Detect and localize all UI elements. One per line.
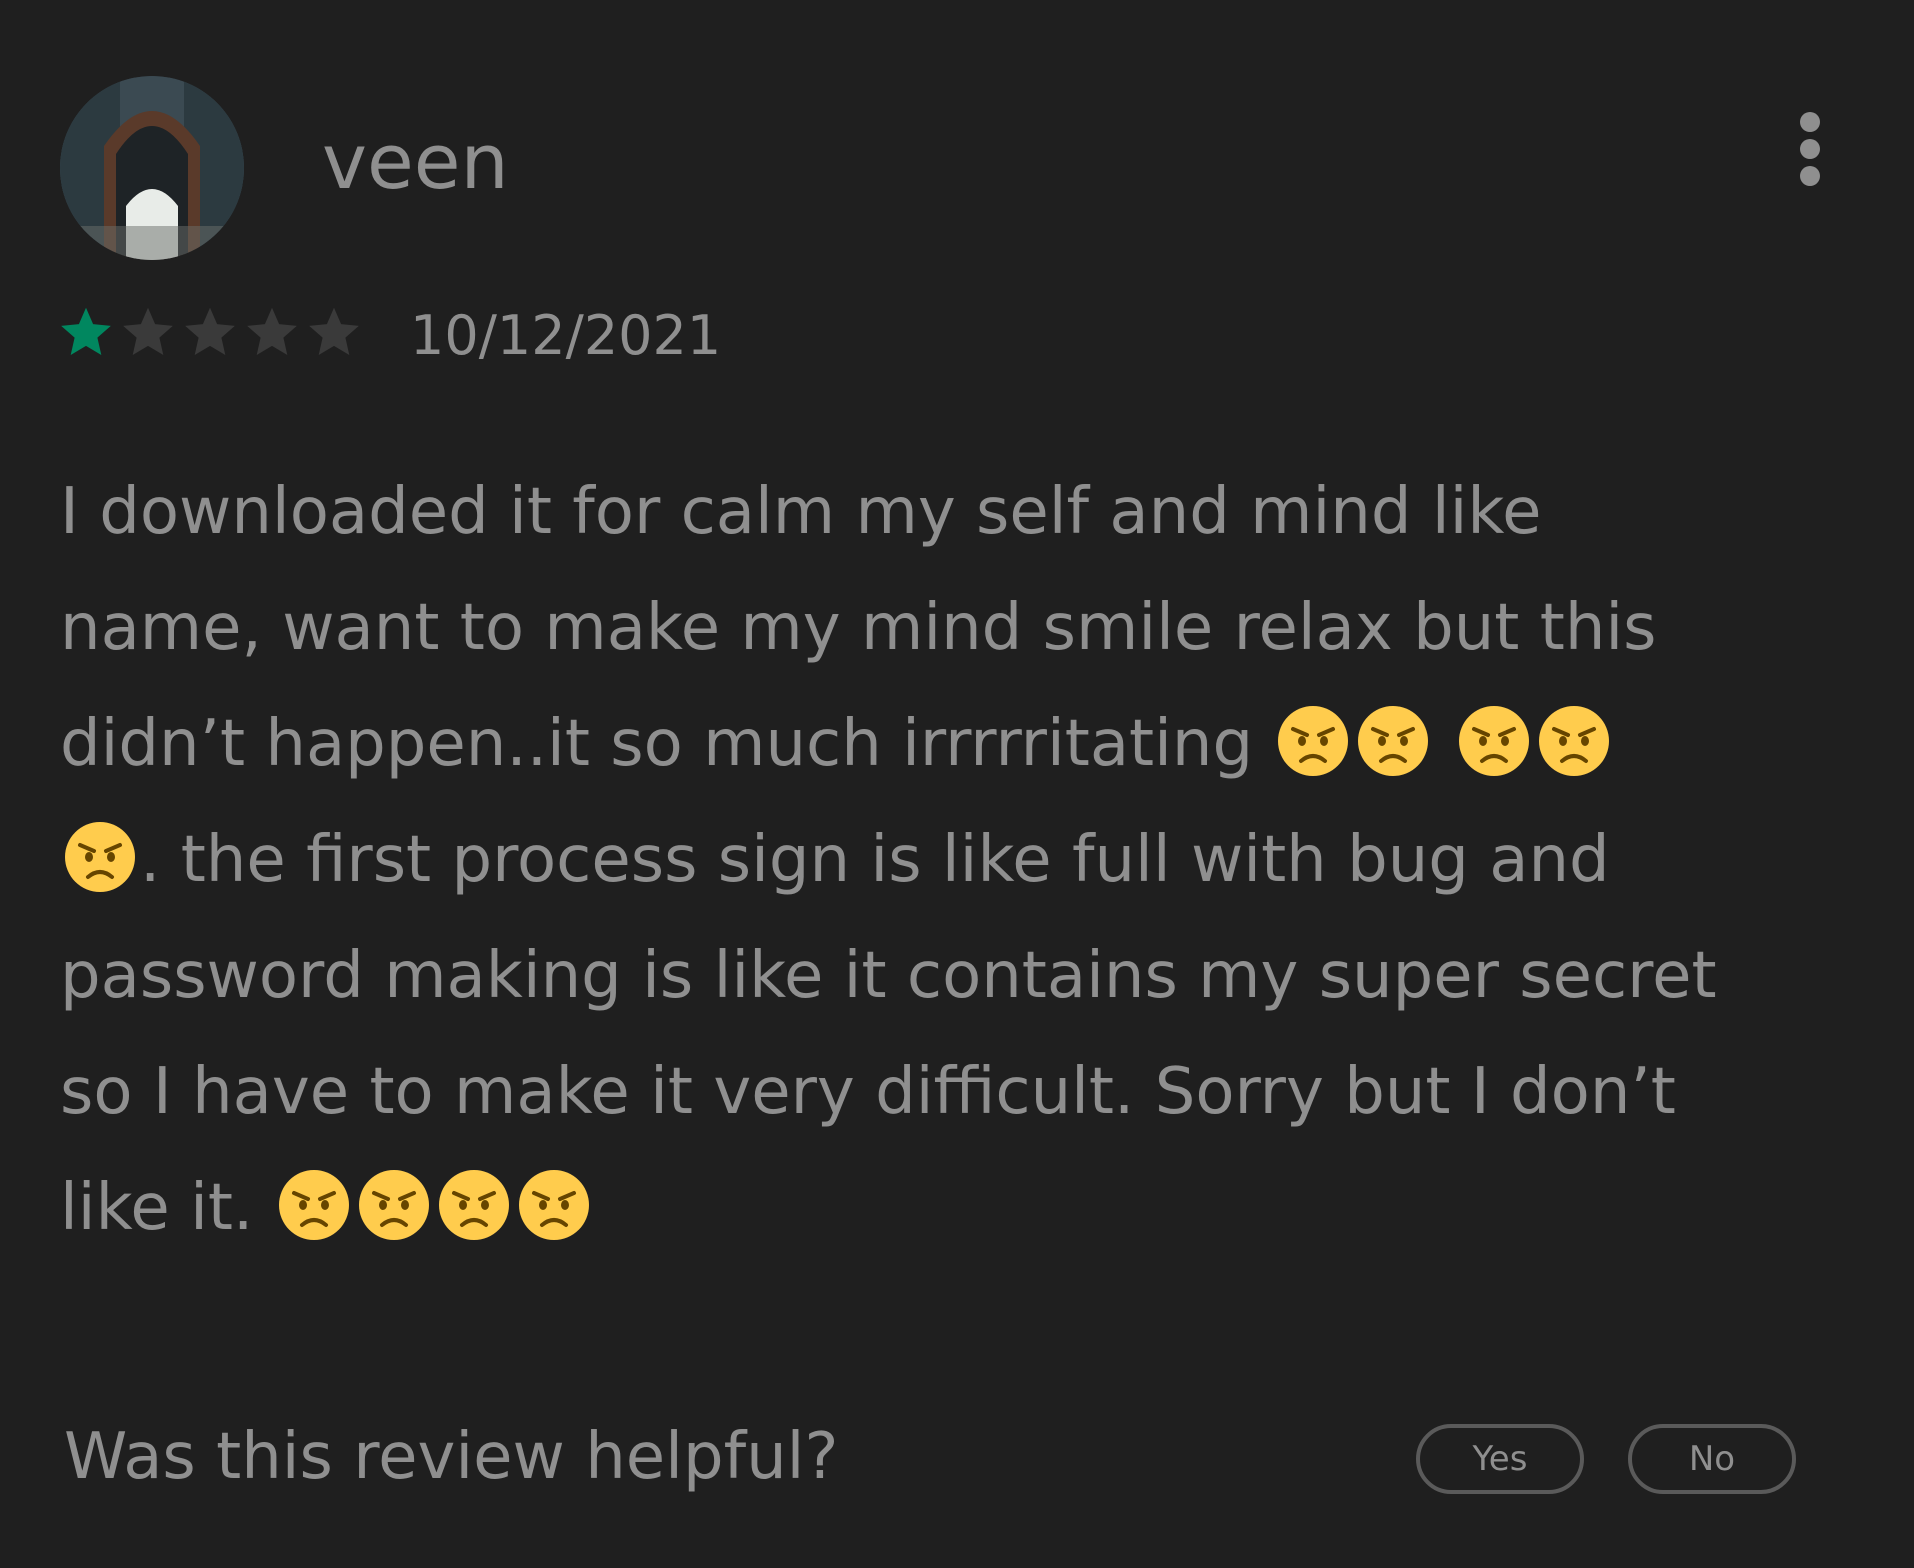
angry-face-icon [1458,705,1530,777]
more-vertical-icon-dot [1800,139,1820,159]
star-icon [61,307,111,355]
review-date: 10/12/2021 [410,304,722,367]
reviewer-name: veen [322,117,509,206]
review-text-line: password making is like it contains my s… [60,918,1850,1034]
more-vertical-icon-dot [1800,166,1820,186]
more-options-button[interactable] [1780,104,1840,194]
avatar-image [60,76,244,260]
star-icon [309,307,359,355]
review-text-line: I downloaded it for calm my self and min… [60,454,1850,570]
angry-face-icon [1277,705,1349,777]
review-text-line: . the first process sign is like full wi… [60,802,1850,918]
review-text-segment: . the first process sign is like full wi… [140,823,1610,897]
review-text: I downloaded it for calm my self and min… [60,454,1850,1266]
review-text-segment: didn’t happen..it so much irrrrritating [60,707,1274,781]
review-text-segment: like it. [60,1171,274,1245]
star-icon [185,307,235,355]
angry-face-icon [64,821,136,893]
review-text-segment: so I have to make it very difficult. Sor… [60,1055,1676,1129]
star-icon [123,307,173,355]
review-text-segment [1433,707,1453,781]
review-text-line: like it. [60,1150,1850,1266]
more-vertical-icon [1800,112,1820,132]
helpful-no-button[interactable]: No [1628,1424,1796,1494]
angry-face-icon [1357,705,1429,777]
angry-face-icon [1538,705,1610,777]
helpful-yes-button[interactable]: Yes [1416,1424,1584,1494]
avatar [60,76,244,260]
angry-face-icon [358,1169,430,1241]
angry-face-icon [518,1169,590,1241]
review-text-line: didn’t happen..it so much irrrrritating [60,686,1850,802]
review-text-line: so I have to make it very difficult. Sor… [60,1034,1850,1150]
helpful-question: Was this review helpful? [64,1420,839,1494]
angry-face-icon [438,1169,510,1241]
angry-face-icon [278,1169,350,1241]
review-text-segment: name, want to make my mind smile relax b… [60,591,1657,665]
review-text-segment: I downloaded it for calm my self and min… [60,475,1542,549]
star-icon [247,307,297,355]
review-text-line: name, want to make my mind smile relax b… [60,570,1850,686]
star-rating [58,300,368,364]
review-text-segment: password making is like it contains my s… [60,939,1717,1013]
